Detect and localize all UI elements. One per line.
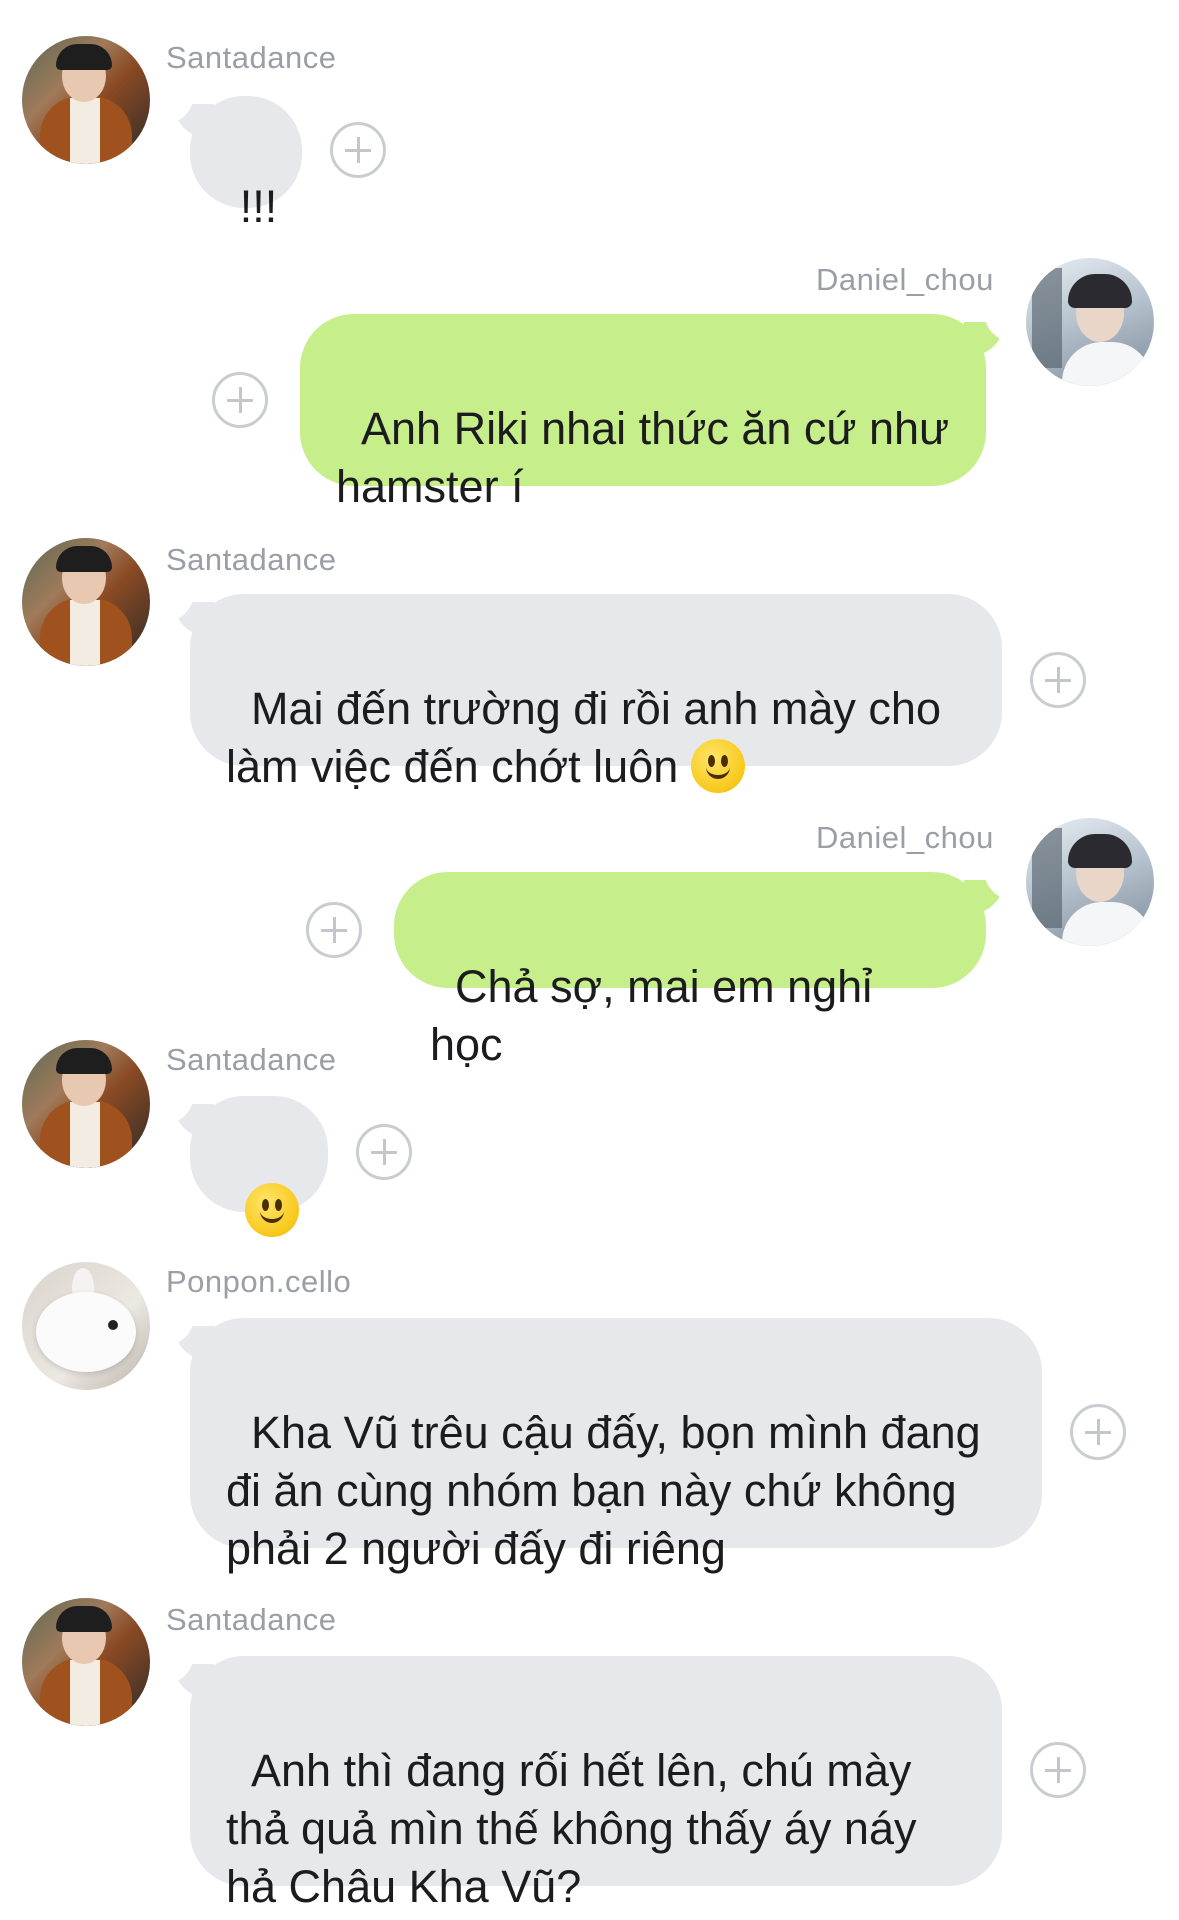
slightly-smiling-face-emoji [690, 739, 745, 794]
avatar-santadance[interactable] [22, 1598, 150, 1726]
sender-name: Santadance [166, 1042, 337, 1077]
avatar-santadance[interactable] [22, 538, 150, 666]
sender-name: Santadance [166, 40, 337, 75]
add-reaction-icon[interactable] [356, 1124, 412, 1180]
message-bubble[interactable]: Chả sợ, mai em nghỉ học [394, 872, 986, 1070]
slightly-smiling-face-emoji [244, 1183, 299, 1238]
add-reaction-icon[interactable] [330, 122, 386, 178]
avatar-ponpon-cello[interactable] [22, 1262, 150, 1390]
sender-name: Santadance [166, 542, 337, 577]
sender-name: Santadance [166, 1602, 337, 1637]
message-text: !!! [239, 181, 278, 232]
sender-name: Ponpon.cello [166, 1264, 352, 1299]
add-reaction-icon[interactable] [1070, 1404, 1126, 1460]
add-reaction-icon[interactable] [212, 372, 268, 428]
add-reaction-icon[interactable] [1030, 652, 1086, 708]
message-text: Anh thì đang rối hết lên, chú mày thả qu… [226, 1745, 929, 1912]
avatar-santadance[interactable] [22, 36, 150, 164]
message-bubble[interactable]: Anh Riki nhai thức ăn cứ như hamster í [300, 314, 986, 512]
message-text: Chả sợ, mai em nghỉ học [430, 961, 885, 1070]
message-bubble[interactable]: Anh thì đang rối hết lên, chú mày thả qu… [190, 1656, 1002, 1912]
message-text: Anh Riki nhai thức ăn cứ như hamster í [336, 403, 962, 512]
add-reaction-icon[interactable] [306, 902, 362, 958]
message-text: Mai đến trường đi rồi anh mày cho làm vi… [226, 683, 954, 792]
avatar-santadance[interactable] [22, 1040, 150, 1168]
add-reaction-icon[interactable] [1030, 1742, 1086, 1798]
avatar-daniel-chou[interactable] [1026, 818, 1154, 946]
sender-name: Daniel_chou [816, 262, 994, 297]
message-bubble[interactable] [190, 1096, 328, 1238]
avatar-daniel-chou[interactable] [1026, 258, 1154, 386]
message-bubble[interactable]: !!! [190, 96, 302, 232]
message-text: Kha Vũ trêu cậu đấy, bọn mình đang đi ăn… [226, 1407, 994, 1574]
sender-name: Daniel_chou [816, 820, 994, 855]
message-bubble[interactable]: Mai đến trường đi rồi anh mày cho làm vi… [190, 594, 1002, 794]
message-bubble[interactable]: Kha Vũ trêu cậu đấy, bọn mình đang đi ăn… [190, 1318, 1042, 1574]
